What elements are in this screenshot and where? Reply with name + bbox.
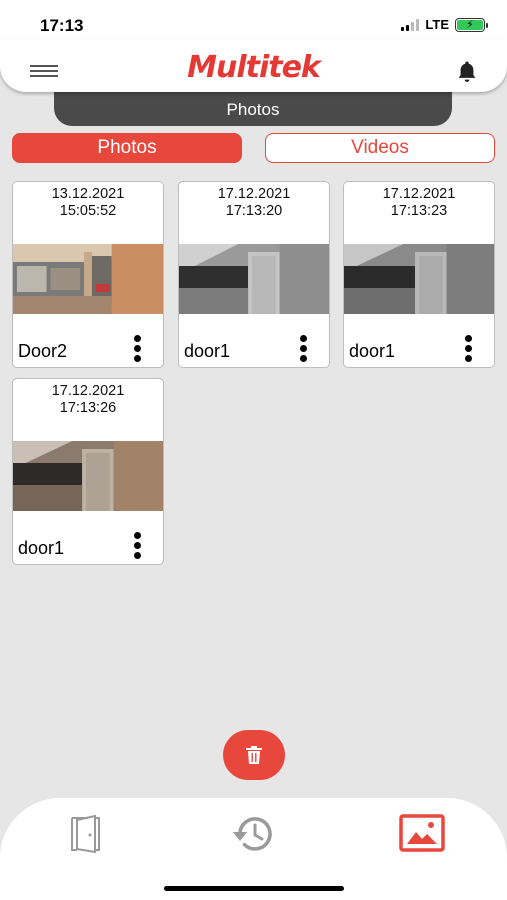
photo-thumbnail[interactable] <box>13 441 163 511</box>
delete-button[interactable] <box>223 730 285 780</box>
more-options-icon[interactable] <box>463 335 473 365</box>
photo-label: door1 <box>184 341 231 361</box>
photo-label: Door2 <box>18 341 68 361</box>
photo-thumbnail[interactable] <box>179 244 329 314</box>
photo-label: door1 <box>349 341 396 361</box>
signal-icon <box>401 18 420 31</box>
more-options-icon[interactable] <box>298 335 308 365</box>
battery-icon: ⚡ <box>455 17 488 32</box>
photo-date: 17.12.2021 <box>217 186 291 202</box>
app-header: Multitek <box>0 40 507 92</box>
photo-card[interactable]: 17.12.2021 17:13:23 door1 <box>343 181 495 368</box>
photo-timestamp: 17.12.2021 17:13:26 <box>13 383 163 417</box>
photo-card[interactable]: 13.12.2021 15:05:52 Door2 <box>12 181 164 368</box>
photo-label: door1 <box>18 538 65 558</box>
photo-time: 15:05:52 <box>59 203 117 219</box>
photo-timestamp: 13.12.2021 15:05:52 <box>13 186 163 220</box>
photo-time: 17:13:23 <box>390 203 448 219</box>
bell-icon[interactable] <box>453 58 481 86</box>
photo-time: 17:13:20 <box>225 203 283 219</box>
photo-date: 13.12.2021 <box>51 186 125 202</box>
app-logo: Multitek <box>187 50 321 85</box>
more-options-icon[interactable] <box>132 532 142 562</box>
photo-thumbnail[interactable] <box>344 244 494 314</box>
photos-tab-button[interactable]: Photos <box>12 133 242 163</box>
photo-thumbnail[interactable] <box>13 244 163 314</box>
home-indicator <box>164 886 344 891</box>
photo-card[interactable]: 17.12.2021 17:13:20 door1 <box>178 181 330 368</box>
photo-time: 17:13:26 <box>59 400 117 416</box>
section-title: Photos <box>54 88 452 126</box>
status-time: 17:13 <box>40 16 84 35</box>
door-icon[interactable] <box>66 812 114 856</box>
photo-date: 17.12.2021 <box>51 383 125 399</box>
status-indicators: LTE ⚡ <box>401 17 488 32</box>
bottom-navigation <box>0 798 507 900</box>
photo-timestamp: 17.12.2021 17:13:20 <box>179 186 329 220</box>
network-label: LTE <box>425 17 449 32</box>
photo-card[interactable]: 17.12.2021 17:13:26 door1 <box>12 378 164 565</box>
videos-tab-button[interactable]: Videos <box>265 133 495 163</box>
history-icon[interactable] <box>230 812 278 856</box>
trash-icon <box>246 746 262 764</box>
gallery-icon[interactable] <box>398 812 446 856</box>
photo-date: 17.12.2021 <box>382 186 456 202</box>
photo-timestamp: 17.12.2021 17:13:23 <box>344 186 494 220</box>
more-options-icon[interactable] <box>132 335 142 365</box>
